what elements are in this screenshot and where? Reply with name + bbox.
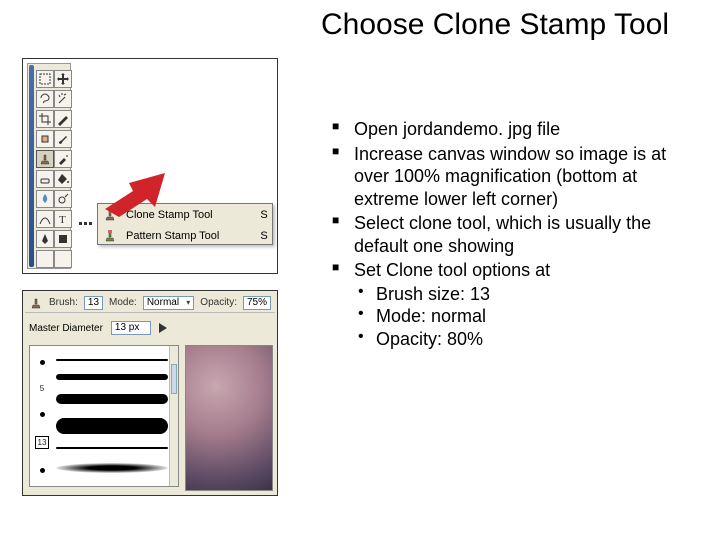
brush-stroke-preview[interactable]: [56, 359, 168, 361]
slide-title: Choose Clone Stamp Tool: [300, 8, 690, 42]
flyout-item-pattern-stamp[interactable]: Pattern Stamp Tool S: [98, 225, 272, 246]
toolbox-screenshot: T Clone Stamp Tool S Pattern Stamp Tool …: [22, 58, 278, 274]
master-diameter-field[interactable]: 13 px: [111, 321, 151, 335]
dodge-tool-icon[interactable]: [54, 190, 72, 208]
flyout-arrow-icon[interactable]: [159, 323, 167, 333]
tools-palette: T: [27, 63, 71, 269]
brush-size-column: 5 13: [33, 350, 51, 482]
brush-stroke-preview[interactable]: [56, 418, 168, 434]
brush-diameter-row: Master Diameter 13 px: [25, 317, 275, 339]
blur-tool-icon[interactable]: [36, 190, 54, 208]
flyout-shortcut: S: [256, 230, 272, 242]
crop-tool-icon[interactable]: [36, 110, 54, 128]
svg-text:T: T: [59, 214, 66, 226]
tool-options-bar: Brush: 13 Mode: Normal ▾ Opacity: 75%: [25, 293, 275, 313]
chevron-down-icon: ▾: [186, 298, 190, 307]
history-brush-tool-icon[interactable]: [54, 150, 72, 168]
slide: Choose Clone Stamp Tool Open jordandemo.…: [0, 0, 720, 540]
sub-bullet-item: Opacity: 80%: [354, 328, 690, 351]
slice-tool-icon[interactable]: [54, 110, 72, 128]
brush-label: Brush:: [49, 297, 78, 308]
opacity-field[interactable]: 75%: [243, 296, 271, 310]
eraser-tool-icon[interactable]: [36, 170, 54, 188]
flyout-label: Pattern Stamp Tool: [120, 230, 256, 242]
eyedropper-tool-icon[interactable]: [54, 250, 72, 268]
sample-image-preview: [185, 345, 273, 491]
opacity-value: 75%: [247, 297, 267, 308]
path-tool-icon[interactable]: [36, 210, 54, 228]
pattern-stamp-icon: [100, 226, 120, 246]
sub-bullet-text: Mode: normal: [376, 306, 486, 326]
brush-stroke-preview[interactable]: [56, 463, 168, 473]
brush-dot-icon: [40, 360, 45, 365]
bullet-list: Open jordandemo. jpg file Increase canva…: [330, 118, 690, 352]
brush-stroke-preview[interactable]: [56, 394, 168, 404]
bullet-item: Increase canvas window so image is at ov…: [330, 143, 690, 211]
brush-size-label: 13: [35, 436, 50, 449]
flyout-shortcut: S: [256, 209, 272, 221]
sub-bullet-item: Brush size: 13: [354, 283, 690, 306]
scrollbar-thumb[interactable]: [171, 364, 177, 394]
pen-tool-icon[interactable]: [36, 230, 54, 248]
brush-presets-panel: 5 13: [29, 345, 179, 487]
brush-dot-icon: [40, 412, 45, 417]
brush-size-value: 13: [88, 297, 99, 308]
bullet-text: Set Clone tool options at: [354, 260, 550, 280]
master-diameter-value: 13 px: [115, 322, 139, 333]
clone-stamp-icon: [29, 296, 43, 310]
heal-tool-icon[interactable]: [36, 130, 54, 148]
scrollbar[interactable]: [169, 346, 178, 486]
bullet-text: Open jordandemo. jpg file: [354, 119, 560, 139]
brush-options-screenshot: Brush: 13 Mode: Normal ▾ Opacity: 75% Mas…: [22, 290, 278, 496]
bullet-item: Select clone tool, which is usually the …: [330, 212, 690, 257]
flyout-indicator-icon: [79, 215, 95, 223]
master-diameter-label: Master Diameter: [29, 323, 103, 334]
brush-size-label: 5: [40, 384, 44, 393]
brush-size-field[interactable]: 13: [84, 296, 103, 310]
palette-grip: [29, 65, 34, 267]
notes-tool-icon[interactable]: [36, 250, 54, 268]
bucket-tool-icon[interactable]: [54, 170, 72, 188]
move-tool-icon[interactable]: [54, 70, 72, 88]
lasso-tool-icon[interactable]: [36, 90, 54, 108]
shape-tool-icon[interactable]: [54, 230, 72, 248]
type-tool-icon[interactable]: T: [54, 210, 72, 228]
mode-dropdown[interactable]: Normal ▾: [143, 296, 194, 310]
brush-tool-icon[interactable]: [54, 130, 72, 148]
mode-value: Normal: [147, 297, 179, 308]
sub-bullet-text: Opacity: 80%: [376, 329, 483, 349]
stamp-tool-flyout: Clone Stamp Tool S Pattern Stamp Tool S: [97, 203, 273, 245]
flyout-label: Clone Stamp Tool: [120, 209, 256, 221]
wand-tool-icon[interactable]: [54, 90, 72, 108]
bullet-item: Open jordandemo. jpg file: [330, 118, 690, 141]
bullet-item: Set Clone tool options at Brush size: 13…: [330, 259, 690, 350]
marquee-tool-icon[interactable]: [36, 70, 54, 88]
brush-stroke-preview[interactable]: [56, 374, 168, 380]
brush-dot-icon: [40, 468, 45, 473]
clone-stamp-tool-icon[interactable]: [36, 150, 54, 168]
bullet-text: Increase canvas window so image is at ov…: [354, 144, 666, 209]
clone-stamp-icon: [100, 205, 120, 225]
mode-label: Mode:: [109, 297, 137, 308]
bullet-text: Select clone tool, which is usually the …: [354, 213, 651, 256]
brush-strokes[interactable]: [56, 352, 168, 480]
sub-bullet-item: Mode: normal: [354, 305, 690, 328]
opacity-label: Opacity:: [200, 297, 237, 308]
flyout-item-clone-stamp[interactable]: Clone Stamp Tool S: [98, 204, 272, 225]
sub-bullet-text: Brush size: 13: [376, 284, 490, 304]
brush-stroke-preview[interactable]: [56, 447, 168, 449]
